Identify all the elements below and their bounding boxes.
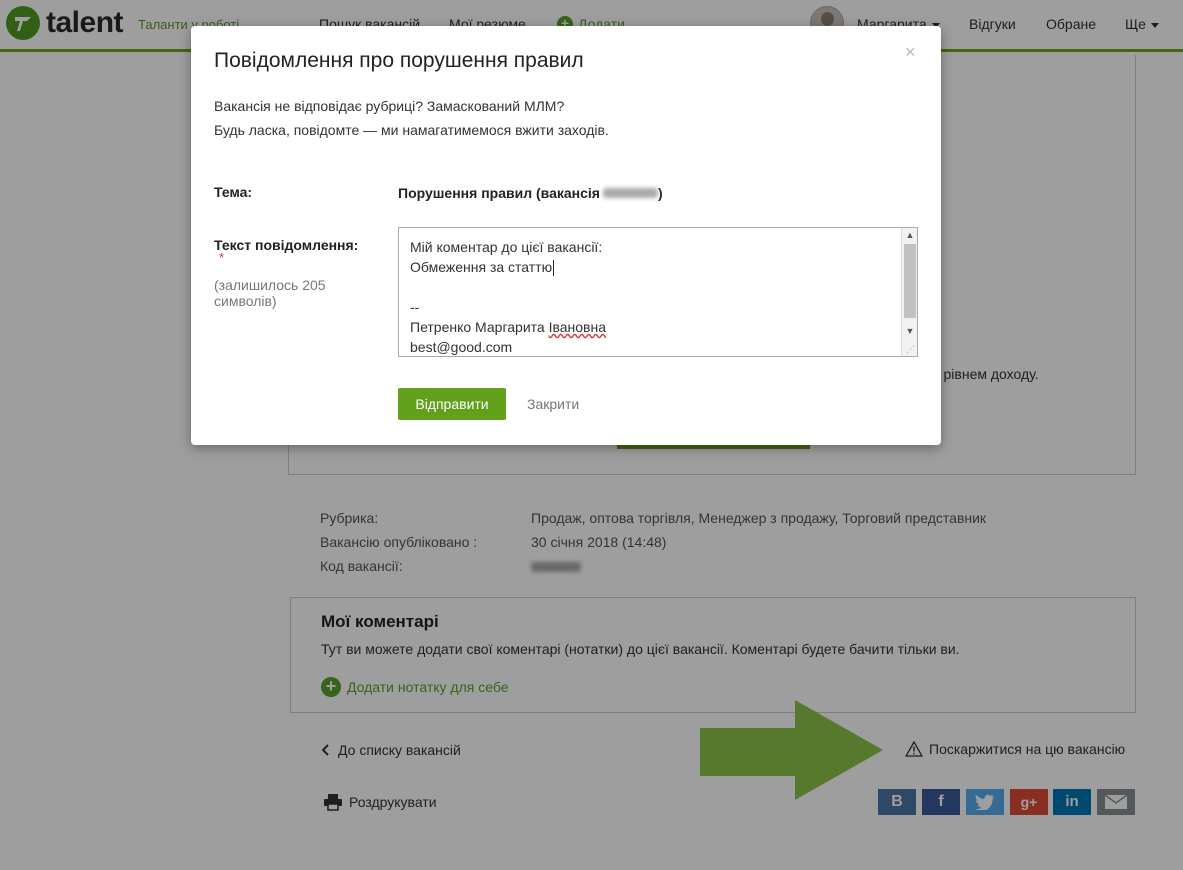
chars-left-counter: (залишилось 205 символів) — [214, 277, 326, 309]
required-marker: * — [219, 250, 225, 265]
scroll-thumb[interactable] — [904, 244, 916, 318]
send-button[interactable]: Відправити — [398, 388, 506, 420]
message-label: Текст повідомлення: — [214, 237, 359, 253]
modal-intro-line-1: Вакансія не відповідає рубриці? Замасков… — [214, 98, 565, 114]
message-line: Петренко Маргарита Івановна — [410, 319, 607, 335]
modal-intro-line-2: Будь ласка, повідомте — ми намагатимемос… — [214, 122, 609, 138]
message-textarea[interactable]: Мій коментар до цієї вакансії: Обмеження… — [398, 227, 918, 357]
modal-intro: Вакансія не відповідає рубриці? Замасков… — [214, 94, 609, 142]
scroll-down-icon[interactable]: ▼ — [902, 324, 917, 338]
subject-value: Порушення правил (вакансія ) — [398, 185, 663, 201]
subject-close-paren: ) — [657, 185, 663, 201]
subject-label: Тема: — [214, 184, 253, 200]
message-line: best@good.com — [410, 339, 513, 355]
modal-title: Повідомлення про порушення правил — [214, 49, 584, 72]
message-line: Обмеження за статтю — [410, 259, 555, 277]
message-line: -- — [410, 299, 420, 315]
message-line: Мій коментар до цієї вакансії: — [410, 239, 603, 255]
blurred-vacancy-id — [602, 188, 658, 198]
scroll-up-icon[interactable]: ▲ — [902, 228, 917, 242]
subject-text: Порушення правил (вакансія — [398, 185, 600, 201]
textarea-scrollbar[interactable]: ▲ ▼ — [901, 228, 917, 356]
message-line — [410, 277, 606, 297]
spellcheck-word: Івановна — [548, 319, 607, 335]
close-icon[interactable]: × — [905, 42, 916, 63]
close-button[interactable]: Закрити — [527, 396, 579, 412]
resize-handle-icon[interactable]: ⋰ — [906, 344, 915, 355]
report-violation-modal: Повідомлення про порушення правил × Вака… — [191, 26, 941, 445]
text-cursor — [553, 260, 555, 277]
